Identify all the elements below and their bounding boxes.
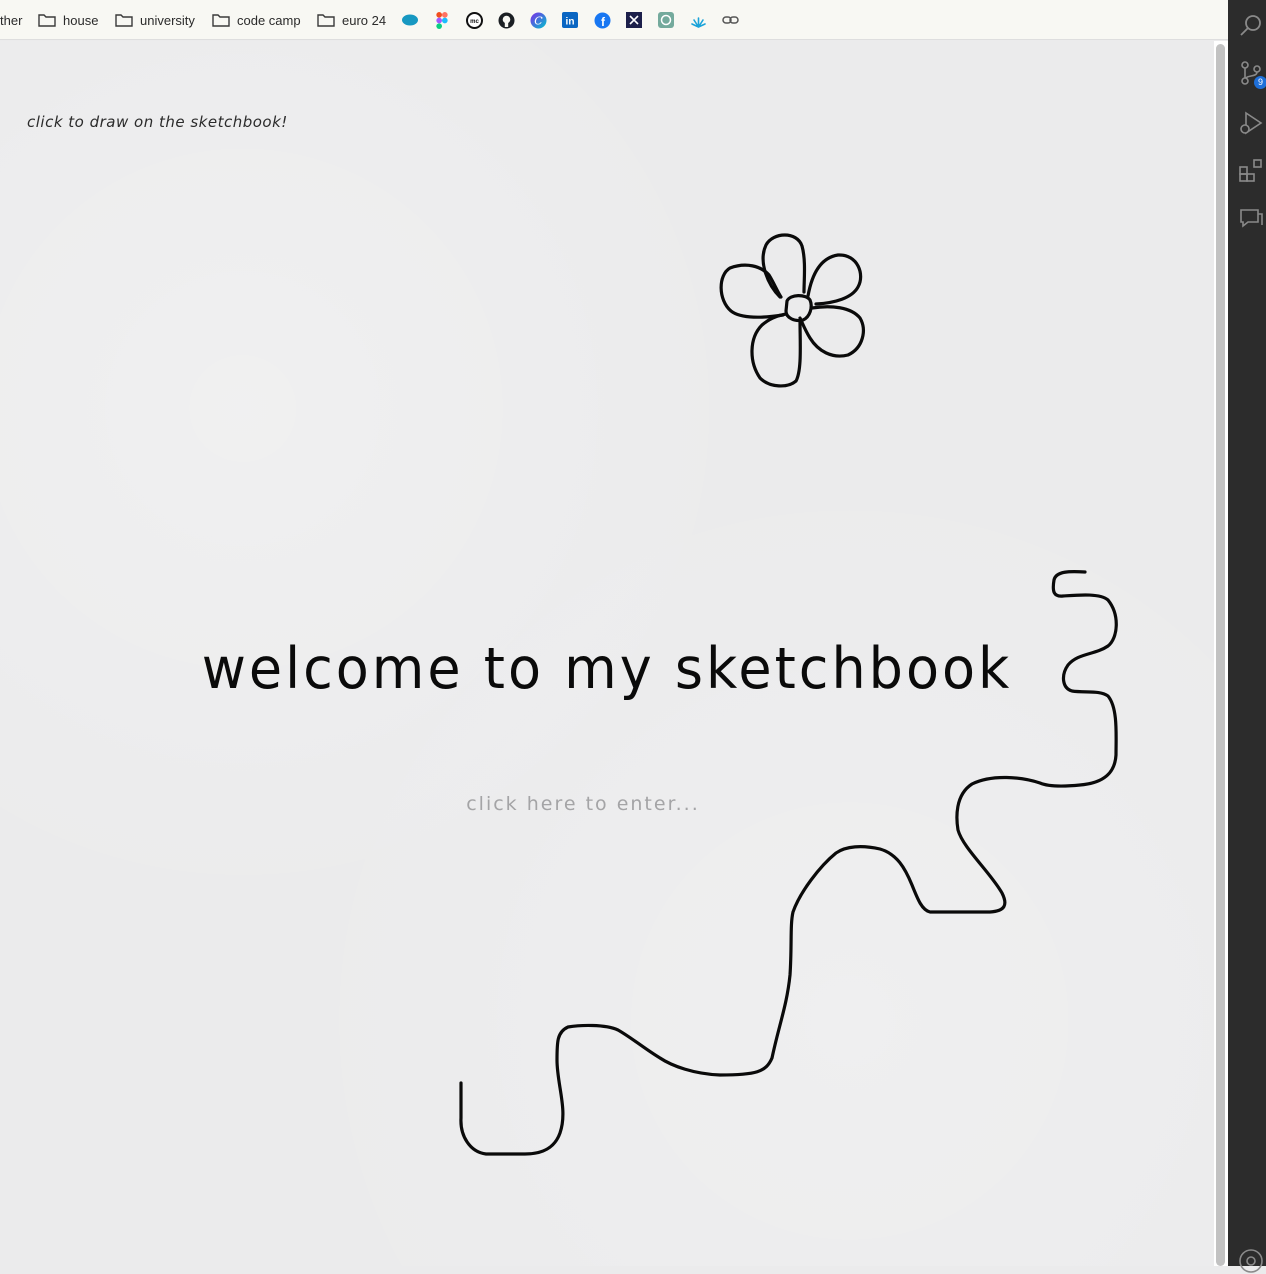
bookmark-folder-euro-24[interactable]: euro 24 <box>317 0 386 40</box>
linkedin-icon[interactable]: in <box>561 11 579 29</box>
folder-icon <box>212 14 230 27</box>
bookmarks-bar: ther house university code camp euro 24 … <box>0 0 1228 40</box>
bookmark-folder-code-camp[interactable]: code camp <box>212 0 301 40</box>
github-icon[interactable] <box>497 11 515 29</box>
link-icon[interactable] <box>721 11 739 29</box>
draw-hint-text: click to draw on the sketchbook! <box>27 113 288 131</box>
bookmark-folder-house[interactable]: house <box>38 0 98 40</box>
svg-text:C: C <box>534 14 543 27</box>
chatgpt-icon[interactable] <box>657 11 675 29</box>
folder-icon <box>317 14 335 27</box>
flower-drawing <box>719 233 865 388</box>
run-debug-icon[interactable] <box>1238 110 1264 136</box>
bookmark-truncated[interactable]: ther <box>0 0 22 40</box>
search-icon[interactable] <box>1238 12 1264 38</box>
svg-text:in: in <box>566 17 575 28</box>
enter-link[interactable]: click here to enter... <box>0 793 1166 815</box>
bookmark-label: house <box>63 12 99 28</box>
sketchbook-page[interactable]: click to draw on the sketchbook! welcome… <box>0 41 1214 1266</box>
facebook-icon[interactable]: f <box>593 11 611 29</box>
account-icon[interactable] <box>1238 1248 1264 1274</box>
mc-icon[interactable]: mc <box>465 11 483 29</box>
bookmark-label: euro 24 <box>342 12 387 28</box>
canva-icon[interactable]: C <box>529 11 547 29</box>
salesforce-icon[interactable] <box>401 11 419 29</box>
source-control-badge: 9 <box>1254 76 1266 89</box>
extensions-icon[interactable] <box>1238 158 1264 184</box>
scrollbar-thumb[interactable] <box>1216 44 1225 1266</box>
folder-icon <box>115 14 133 27</box>
figma-icon[interactable] <box>433 11 451 29</box>
activity-bar: 9 <box>1228 0 1266 1273</box>
folder-icon <box>38 14 56 27</box>
sparkle-icon[interactable] <box>689 11 707 29</box>
bookmark-label: code camp <box>237 12 301 28</box>
x-dark-icon[interactable] <box>625 11 643 29</box>
page-title: welcome to my sketchbook <box>201 635 1013 702</box>
svg-text:mc: mc <box>470 19 479 25</box>
bookmark-label: university <box>140 12 195 28</box>
bookmark-label: ther <box>0 12 23 28</box>
chat-icon[interactable] <box>1238 205 1264 231</box>
bookmark-folder-university[interactable]: university <box>115 0 195 40</box>
